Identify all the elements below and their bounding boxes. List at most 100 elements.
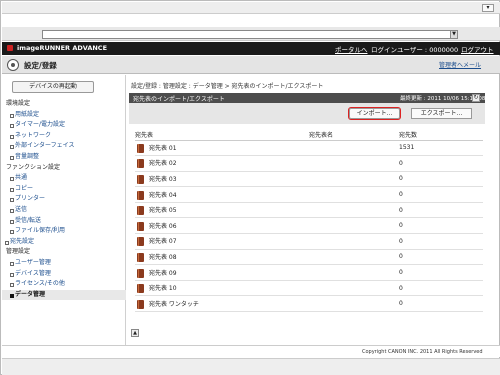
book-name-link[interactable]: 宛先表 06 [149, 223, 177, 230]
sidebar-item-copy[interactable]: コピー [2, 184, 126, 195]
sidebar-item-receive[interactable]: 受信/転送 [2, 216, 126, 227]
book-cell[interactable]: 宛先表 06 [135, 217, 309, 235]
address-book-icon [137, 299, 144, 309]
sidebar-item-store[interactable]: ファイル保存/利用 [2, 226, 126, 237]
sidebar-item-user-mgmt[interactable]: ユーザー管理 [2, 258, 126, 269]
book-cell[interactable]: 宛先表 07 [135, 233, 309, 250]
sidebar-item-data-mgmt[interactable]: データ管理 [2, 289, 126, 301]
breadcrumb: 設定/登録 : 管理設定 : データ管理 > 宛先表のインポート/エクスポート [131, 83, 324, 90]
address-book-icon [137, 268, 144, 278]
table-row: 宛先表 05 0 [135, 202, 483, 219]
refresh-icon[interactable]: ↻ [472, 94, 480, 102]
restart-device-button[interactable]: デバイスの再起動 [12, 81, 94, 93]
book-name-link[interactable]: 宛先表 01 [149, 145, 177, 152]
book-count-cell: 0 [399, 171, 483, 188]
brand-bar: imageRUNNER ADVANCE ポータルへ ログインユーザー : 000… [2, 42, 500, 55]
sidebar-item-timer[interactable]: タイマー/電力設定 [2, 120, 126, 131]
sidebar-item-device-mgmt[interactable]: デバイス管理 [2, 269, 126, 280]
sidebar-item-printer[interactable]: プリンター [2, 194, 126, 205]
sidebar-item-network[interactable]: ネットワーク [2, 131, 126, 142]
sidebar-item-interface[interactable]: 外部インターフェイス [2, 141, 126, 152]
book-label-cell [309, 186, 399, 203]
sidebar-item-license[interactable]: ライセンス/その他 [2, 279, 126, 290]
book-label-cell [309, 171, 399, 188]
book-cell[interactable]: 宛先表 10 [135, 280, 309, 297]
book-cell[interactable]: 宛先表 03 [135, 171, 309, 188]
browser-menu-button[interactable]: ▾ [482, 4, 494, 12]
book-cell[interactable]: 宛先表 ワンタッチ [135, 295, 309, 313]
book-name-link[interactable]: 宛先表 07 [149, 238, 177, 245]
book-count-cell: 0 [399, 280, 483, 297]
book-label-cell [309, 217, 399, 235]
book-cell[interactable]: 宛先表 05 [135, 202, 309, 219]
book-name-link[interactable]: 宛先表 08 [149, 254, 177, 261]
import-button[interactable]: インポート... [348, 107, 401, 120]
book-count-cell: 0 [399, 217, 483, 235]
page-title: 設定/登録 [24, 61, 57, 70]
sidebar-item-volume[interactable]: 音量調整 [2, 152, 126, 163]
book-cell[interactable]: 宛先表 08 [135, 249, 309, 266]
book-cell[interactable]: 宛先表 01 [135, 140, 309, 157]
table-row: 宛先表 09 0 [135, 264, 483, 281]
browser-status-bar [2, 358, 500, 375]
book-label-cell [309, 140, 399, 157]
admin-mail-link[interactable]: 管理者へメール [439, 60, 481, 69]
book-label-cell [309, 249, 399, 266]
sidebar-item-send[interactable]: 送信 [2, 205, 126, 216]
book-cell[interactable]: 宛先表 09 [135, 264, 309, 281]
login-user: ログインユーザー : 0000000 [371, 46, 459, 54]
book-name-link[interactable]: 宛先表 02 [149, 160, 177, 167]
book-label-cell [309, 264, 399, 281]
book-label-cell [309, 280, 399, 297]
footer: Copyright CANON INC. 2011 All Rights Res… [2, 345, 500, 357]
action-bar: インポート... エクスポート... [129, 103, 485, 124]
col-header-count: 宛先数 [399, 130, 483, 141]
table-row: 宛先表 04 0 [135, 186, 483, 203]
book-label-cell [309, 155, 399, 172]
settings-title-bar: 設定/登録 管理者へメール [2, 56, 500, 74]
col-header-name: 宛先表名 [309, 130, 399, 141]
table-header-row: 宛先表 宛先表名 宛先数 [135, 130, 483, 141]
table-row: 宛先表 10 0 [135, 280, 483, 297]
book-count-cell: 0 [399, 264, 483, 281]
address-book-icon [137, 252, 144, 262]
book-count-cell: 0 [399, 233, 483, 250]
sidebar-item-destination[interactable]: 宛先設定 [2, 237, 126, 248]
book-name-link[interactable]: 宛先表 10 [149, 285, 177, 292]
address-book-icon [137, 159, 144, 169]
portal-link[interactable]: ポータルへ [335, 44, 368, 54]
browser-toolbar: ▾ [2, 2, 500, 14]
book-count-cell: 0 [399, 186, 483, 203]
brand-name: imageRUNNER ADVANCE [17, 44, 108, 52]
canon-logo-icon [7, 45, 13, 51]
book-count-cell: 0 [399, 155, 483, 172]
browser-window: ▾ ▼ imageRUNNER ADVANCE ポータルへ ログインユーザー :… [0, 0, 500, 375]
address-bar: ▼ [2, 27, 500, 41]
book-count-cell: 0 [399, 202, 483, 219]
book-name-link[interactable]: 宛先表 04 [149, 192, 177, 199]
url-dropdown-icon[interactable]: ▼ [450, 30, 458, 39]
sidebar: デバイスの再起動 環境設定 用紙設定 タイマー/電力設定 ネットワーク 外部イン… [2, 75, 126, 345]
scroll-top-icon[interactable]: ▲ [131, 329, 139, 337]
table-row: 宛先表 03 0 [135, 171, 483, 188]
col-header-book: 宛先表 [135, 130, 309, 141]
book-name-link[interactable]: 宛先表 ワンタッチ [149, 301, 199, 308]
copyright: Copyright CANON INC. 2011 All Rights Res… [362, 349, 483, 355]
sidebar-nav: 環境設定 用紙設定 タイマー/電力設定 ネットワーク 外部インターフェイス 音量… [2, 99, 126, 301]
url-field[interactable] [42, 30, 454, 39]
book-name-link[interactable]: 宛先表 09 [149, 270, 177, 277]
book-label-cell [309, 295, 399, 313]
sidebar-section-function: ファンクション設定 [6, 163, 61, 171]
address-book-table: 宛先表 宛先表名 宛先数 宛先表 01 1531 宛先表 02 0 宛先表 03 0 宛先表… [135, 130, 483, 313]
sidebar-item-common[interactable]: 共通 [2, 173, 126, 184]
sidebar-section-env: 環境設定 [6, 100, 31, 107]
sidebar-item-paper[interactable]: 用紙設定 [2, 110, 126, 121]
book-name-link[interactable]: 宛先表 03 [149, 176, 177, 183]
export-button[interactable]: エクスポート... [411, 108, 472, 119]
book-name-link[interactable]: 宛先表 05 [149, 207, 177, 214]
book-cell[interactable]: 宛先表 04 [135, 186, 309, 203]
address-book-icon [137, 221, 144, 231]
logout-link[interactable]: ログアウト [461, 44, 494, 54]
book-cell[interactable]: 宛先表 02 [135, 155, 309, 172]
book-count-cell: 1531 [399, 140, 483, 157]
